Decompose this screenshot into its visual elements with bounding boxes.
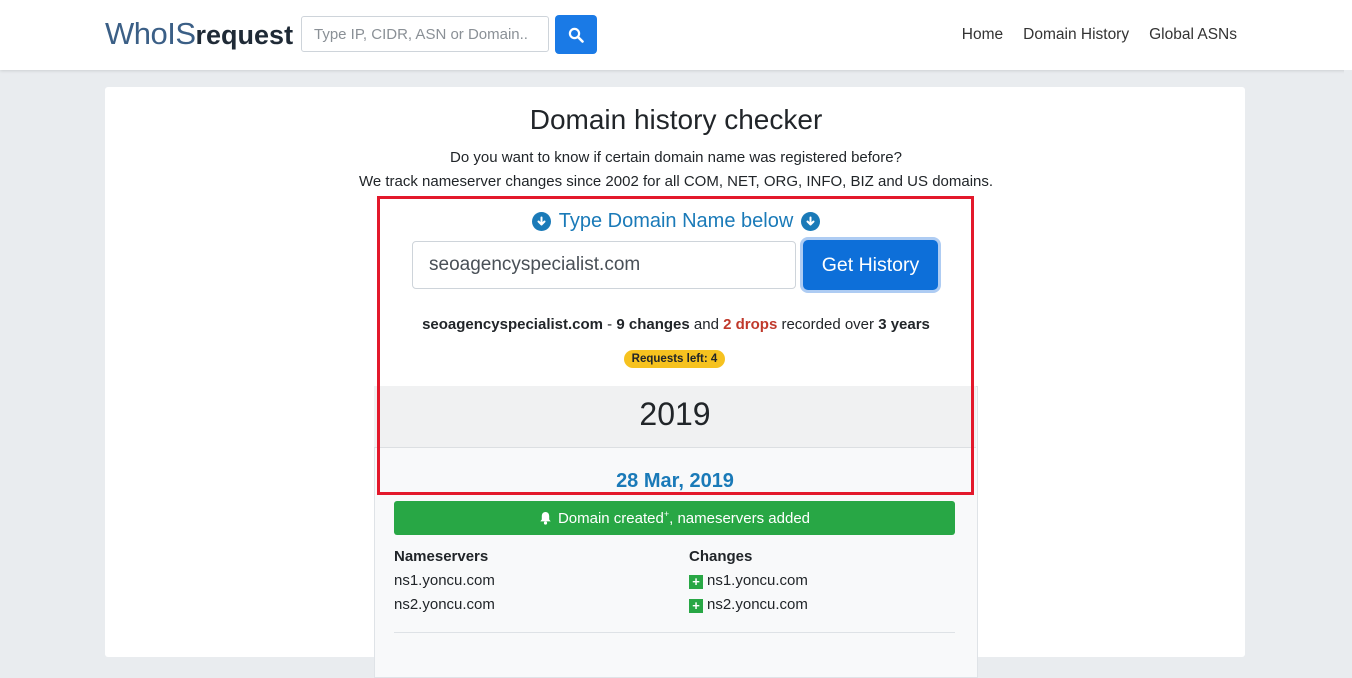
- event-text: Domain created: [557, 510, 664, 527]
- change-item: + ns1.yoncu.com: [689, 572, 808, 589]
- form-heading-text: Type Domain Name below: [558, 210, 794, 232]
- summary-changes: 9 changes: [616, 316, 690, 333]
- summary-and: and: [689, 316, 724, 333]
- event-alert: Domain created+, nameservers added: [394, 501, 955, 535]
- nameserver-item: ns1.yoncu.com: [394, 572, 495, 589]
- event-suffix: , nameservers added: [669, 510, 811, 527]
- arrow-down-circle-icon: [801, 212, 821, 231]
- nav-global-asns[interactable]: Global ASNs: [1149, 26, 1237, 44]
- summary-drops: 2 drops: [723, 316, 778, 333]
- page-subtitle-1: Do you want to know if certain domain na…: [450, 149, 902, 166]
- requests-left-badge: Requests left: 4: [624, 350, 725, 368]
- summary-domain: seoagencyspecialist.com: [422, 316, 604, 333]
- plus-square-icon: +: [689, 599, 703, 613]
- change-item-text: ns1.yoncu.com: [707, 572, 808, 589]
- history-date: 28 Mar, 2019: [616, 470, 734, 492]
- history-year: 2019: [639, 396, 711, 432]
- change-item: + ns2.yoncu.com: [689, 596, 808, 613]
- arrow-down-circle-icon: [531, 212, 551, 231]
- nameserver-item: ns2.yoncu.com: [394, 596, 495, 613]
- nav-links: Home Domain History Global ASNs: [962, 0, 1237, 70]
- history-summary: seoagencyspecialist.com - 9 changes and …: [0, 316, 1352, 333]
- brand-logo[interactable]: WhoISrequest: [105, 14, 293, 55]
- change-item-text: ns2.yoncu.com: [707, 596, 808, 613]
- form-heading: Type Domain Name below: [0, 210, 1352, 233]
- summary-years: 3 years: [878, 316, 930, 333]
- domain-input[interactable]: [412, 241, 796, 289]
- nav-domain-history[interactable]: Domain History: [1023, 26, 1129, 44]
- bell-icon: [540, 512, 551, 525]
- plus-square-icon: +: [689, 575, 703, 589]
- changes-header: Changes: [689, 548, 753, 565]
- search-icon: [568, 27, 584, 43]
- page-title: Domain history checker: [529, 104, 823, 135]
- nav-home[interactable]: Home: [962, 26, 1003, 44]
- search-input[interactable]: [301, 16, 549, 52]
- search-button[interactable]: [555, 15, 597, 54]
- get-history-button[interactable]: Get History: [803, 240, 938, 290]
- summary-recorded: recorded over: [777, 316, 879, 333]
- divider: [394, 632, 955, 633]
- page-subtitle-2: We track nameserver changes since 2002 f…: [358, 173, 994, 190]
- nameservers-header: Nameservers: [394, 548, 489, 565]
- top-navbar: WhoISrequest Home Domain History Global …: [0, 0, 1352, 70]
- summary-sep: -: [603, 316, 617, 333]
